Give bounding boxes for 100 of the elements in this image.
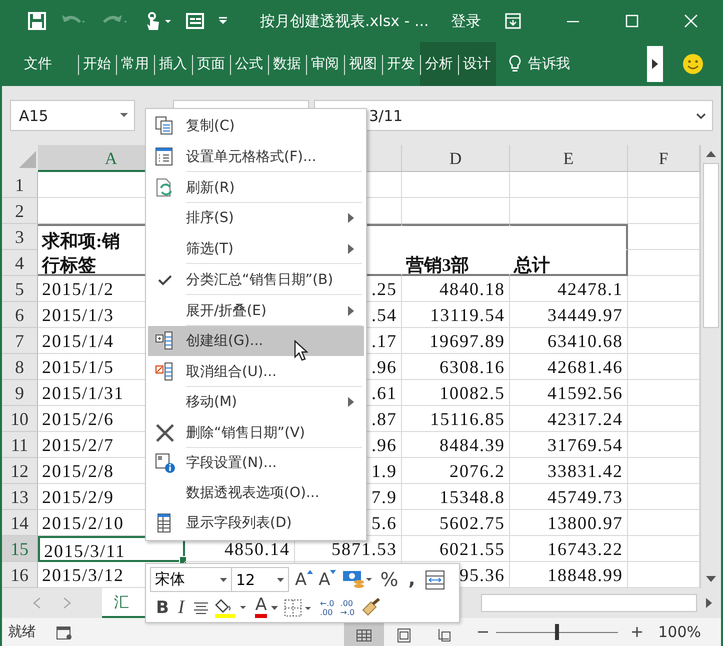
ribbon-tab[interactable]: 常用 [116, 42, 154, 86]
table-cell: 41592.56 [510, 380, 628, 406]
table-cell: 4840.18 [402, 276, 510, 302]
borders-icon[interactable] [284, 598, 314, 618]
row-header[interactable]: 6 [2, 302, 38, 328]
ribbon-tab[interactable]: 设计 [458, 42, 496, 86]
maximize-icon[interactable] [624, 14, 639, 28]
format-painter-icon[interactable] [360, 598, 381, 618]
row-header[interactable]: 15 [2, 536, 38, 562]
row-header[interactable]: 13 [2, 484, 38, 510]
scrollbar-thumb[interactable] [703, 163, 719, 328]
window-title: 按月创建透视表.xlsx - ... [260, 12, 429, 30]
submenu-arrow-icon [348, 306, 354, 316]
decrease-decimal-button[interactable]: .00 →.0 [340, 598, 355, 616]
touch-mode-icon[interactable] [144, 11, 172, 31]
tell-me-button[interactable]: 告诉我 [508, 54, 570, 74]
font-color-button[interactable]: A [255, 597, 278, 618]
font-size-field[interactable]: 12 [231, 567, 289, 592]
column-header[interactable]: D [402, 145, 510, 172]
table-cell: 42681.46 [510, 354, 628, 380]
row-header[interactable]: 4 [2, 250, 38, 276]
caret-icon [120, 113, 128, 118]
italic-button[interactable]: I [178, 596, 184, 618]
percent-button[interactable]: % [380, 568, 398, 590]
sign-in-link[interactable]: 登录 [450, 12, 481, 30]
row-header[interactable]: 14 [2, 510, 38, 536]
sheet-tab[interactable]: 汇 [102, 588, 147, 618]
row-header[interactable]: 5 [2, 276, 38, 302]
scroll-right-button[interactable] [647, 46, 663, 82]
submenu-arrow-icon [348, 244, 354, 254]
row-header[interactable]: 8 [2, 354, 38, 380]
submenu-arrow-icon [348, 397, 354, 407]
row-header[interactable]: 7 [2, 328, 38, 354]
table-cell: 63410.68 [510, 328, 628, 354]
row-header[interactable]: 1 [2, 172, 38, 198]
zoom-level-text[interactable]: 100% [658, 623, 701, 641]
ribbon-tab[interactable]: 视图 [344, 42, 382, 86]
shrink-font-button[interactable]: A [318, 570, 336, 590]
ribbon-tab[interactable]: 分析 [420, 42, 458, 86]
comma-button[interactable]: , [408, 569, 416, 590]
table-cell: 8484.39 [402, 432, 510, 458]
table-cell: 营销3部 [402, 250, 510, 276]
ribbon-tab[interactable]: 开始 [78, 42, 116, 86]
table-cell: 13800.97 [510, 510, 628, 536]
table-cell: 31769.54 [510, 432, 628, 458]
row-header[interactable]: 3 [2, 224, 38, 250]
row-header[interactable]: 16 [2, 562, 38, 588]
table-cell: 33831.42 [510, 458, 628, 484]
lightbulb-icon [508, 54, 522, 74]
group-icon [155, 331, 175, 351]
font-name-field[interactable]: 宋体 [150, 567, 232, 592]
ribbon-tab[interactable]: 插入 [154, 42, 192, 86]
ribbon-display-icon[interactable] [504, 13, 521, 29]
mouse-pointer-icon [294, 340, 308, 362]
grow-font-button[interactable]: A [295, 570, 313, 590]
delete-icon [155, 422, 175, 442]
smiley-icon[interactable] [682, 53, 704, 75]
column-header[interactable]: F [628, 145, 700, 172]
form-icon[interactable] [186, 13, 204, 29]
page-layout-view-icon[interactable] [395, 627, 414, 643]
status-text: 就绪 [8, 623, 36, 641]
row-header[interactable]: 2 [2, 198, 38, 224]
menu-item[interactable]: 创建组(G)... [148, 326, 364, 356]
row-header[interactable]: 9 [2, 380, 38, 406]
zoom-in-icon[interactable] [632, 627, 642, 637]
table-cell: 45749.73 [510, 484, 628, 510]
caret-icon [277, 578, 284, 582]
ribbon-tab[interactable]: 数据 [268, 42, 306, 86]
align-center-icon[interactable] [193, 602, 210, 614]
customize-caret-icon[interactable] [218, 16, 228, 26]
save-icon[interactable] [28, 12, 46, 30]
row-header[interactable]: 11 [2, 432, 38, 458]
ribbon-tab[interactable]: 开发 [382, 42, 420, 86]
row-header[interactable]: 10 [2, 406, 38, 432]
ungroup-icon [155, 362, 175, 382]
normal-view-icon[interactable] [355, 627, 374, 643]
table-cell: 10082.5 [402, 380, 510, 406]
field-settings-icon [155, 453, 175, 473]
table-cell: 13119.54 [402, 302, 510, 328]
formula-field[interactable]: 3/11 [314, 100, 713, 131]
column-header[interactable]: E [510, 145, 628, 172]
bold-button[interactable]: B [156, 598, 169, 618]
table-cell: 6021.55 [402, 536, 510, 562]
table-cell: 总计 [510, 250, 628, 276]
wrap-text-icon[interactable] [425, 570, 446, 590]
ribbon-tab[interactable]: 公式 [230, 42, 268, 86]
expand-caret-icon[interactable] [696, 112, 706, 118]
caret-icon [270, 606, 278, 610]
ribbon-tab[interactable]: 页面 [192, 42, 230, 86]
macro-record-icon[interactable] [56, 624, 72, 640]
copy-icon [155, 116, 175, 136]
accounting-format-icon[interactable] [342, 568, 374, 590]
ribbon-tab[interactable]: 文件 [0, 42, 78, 86]
table-cell: 15348.8 [402, 484, 510, 510]
ribbon-tab[interactable]: 审阅 [306, 42, 344, 86]
name-box[interactable]: A15 [10, 100, 135, 131]
table-cell: 42478.1 [510, 276, 628, 302]
row-header[interactable]: 12 [2, 458, 38, 484]
close-icon[interactable] [684, 14, 698, 28]
increase-decimal-button[interactable]: ←.0 .00 [320, 598, 334, 616]
